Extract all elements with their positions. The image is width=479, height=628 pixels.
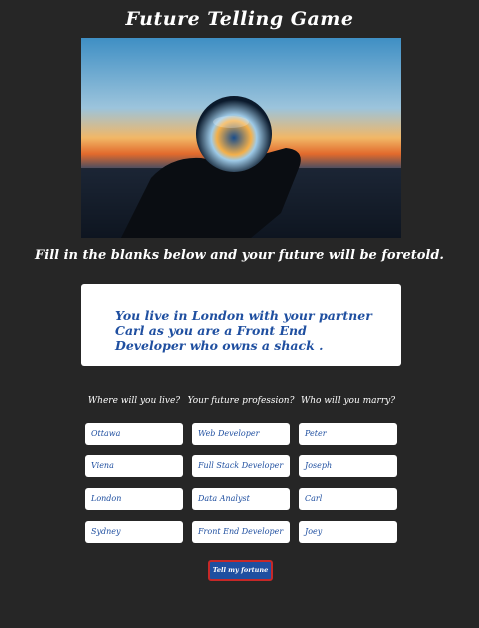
fortune-panel: You live in London with your partner Car…: [81, 284, 401, 366]
profession-field-4[interactable]: Front End Developer: [192, 521, 290, 543]
profession-field-2[interactable]: Full Stack Developer: [192, 455, 290, 477]
partner-field-3[interactable]: Carl: [299, 488, 397, 510]
profession-field-1[interactable]: Web Developer: [192, 423, 290, 445]
page-title: Future Telling Game: [125, 8, 354, 30]
instruction-text: Fill in the blanks below and your future…: [35, 248, 444, 263]
location-field-3[interactable]: London: [85, 488, 183, 510]
column-header-marry: Who will you marry?: [300, 396, 396, 406]
partner-field-2[interactable]: Joseph: [299, 455, 397, 477]
fortune-text: You live in London with your partner Car…: [115, 308, 372, 353]
crystal-ball-image: [81, 38, 401, 238]
partner-field-1[interactable]: Peter: [299, 423, 397, 445]
column-header-live: Where will you live?: [87, 396, 181, 406]
location-field-2[interactable]: Viena: [85, 455, 183, 477]
column-header-profession: Your future profession?: [187, 396, 295, 406]
location-field-1[interactable]: Ottawa: [85, 423, 183, 445]
profession-field-3[interactable]: Data Analyst: [192, 488, 290, 510]
tell-fortune-button[interactable]: Tell my fortune: [208, 560, 273, 581]
partner-field-4[interactable]: Joey: [299, 521, 397, 543]
location-field-4[interactable]: Sydney: [85, 521, 183, 543]
